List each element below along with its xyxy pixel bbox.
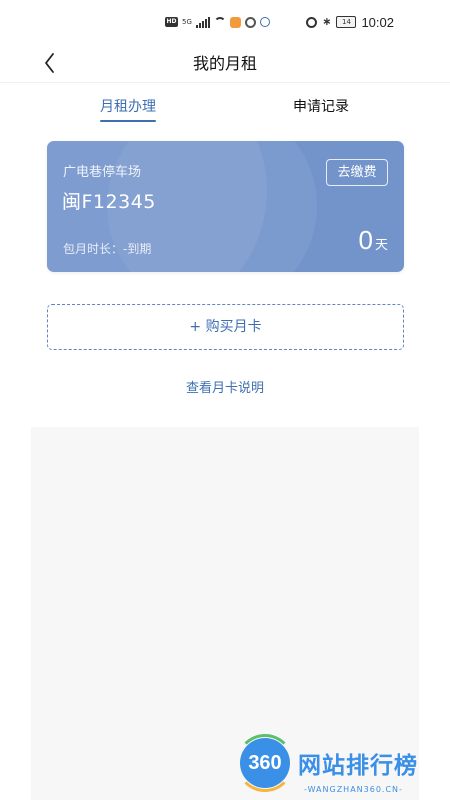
remaining-days-unit: 天 (374, 238, 388, 253)
watermark-subtext: -WANGZHAN360.CN- (304, 785, 403, 794)
parking-lot-name: 广电巷停车场 (63, 165, 142, 180)
view-card-description-link[interactable]: 查看月卡说明 (0, 377, 450, 396)
nav-bar: 我的月租 (0, 44, 450, 80)
tab-bar: 月租办理 申请记录 (0, 88, 450, 126)
status-bar: HD 5G ∗ 14 10:02 (0, 0, 450, 44)
watermark-text: 网站排行榜 (298, 753, 418, 779)
wifi-icon (213, 17, 226, 27)
pay-button[interactable]: 去缴费 (326, 159, 388, 186)
tab-application-records[interactable]: 申请记录 (286, 96, 356, 116)
app-notification-icon (229, 16, 241, 28)
network-type-label: 5G (182, 18, 192, 26)
remaining-days-value: 0 (358, 225, 373, 255)
status-time: 10:02 (361, 14, 394, 30)
subscription-duration: 包月时长：-到期 (63, 242, 152, 256)
app-notification-icon-2 (244, 16, 256, 28)
battery-icon: 14 (336, 16, 357, 28)
parking-card: 广电巷停车场 闽F12345 包月时长：-到期 去缴费 0天 (47, 141, 404, 272)
app-notification-icon-3 (259, 17, 270, 27)
license-plate: 闽F12345 (62, 191, 156, 213)
nav-divider (0, 82, 450, 83)
alarm-icon (306, 16, 318, 28)
active-tab-indicator (100, 120, 156, 122)
remaining-days: 0天 (359, 225, 388, 256)
page-title: 我的月租 (192, 54, 257, 73)
status-bar-right: ∗ 14 10:02 (306, 13, 394, 31)
watermark-logo: 360 (240, 738, 290, 788)
buy-monthly-card-button[interactable]: + 购买月卡 (47, 304, 404, 350)
signal-icon (195, 16, 210, 28)
bluetooth-icon: ∗ (322, 15, 332, 28)
tab-monthly-rent[interactable]: 月租办理 (96, 96, 160, 116)
hd-icon: HD (165, 17, 178, 27)
watermark: 360 网站排行榜 -WANGZHAN360.CN- (236, 734, 450, 800)
status-bar-left: HD 5G (165, 13, 270, 31)
